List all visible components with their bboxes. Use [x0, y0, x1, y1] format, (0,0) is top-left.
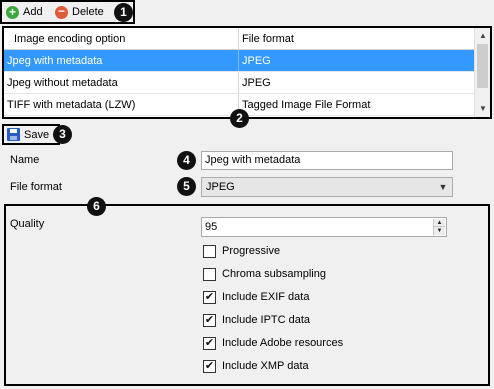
table-cell-option: TIFF with metadata (LZW) [4, 94, 239, 115]
checkbox-label: Include Adobe resources [222, 337, 344, 349]
checkbox-box[interactable] [203, 313, 216, 327]
checkbox-box[interactable] [203, 359, 216, 373]
add-button[interactable]: + Add [6, 5, 43, 19]
progressive-checkbox[interactable]: Progressive [203, 244, 280, 258]
include-exif-checkbox[interactable]: Include EXIF data [203, 290, 309, 304]
column-header-encoding-option[interactable]: Image encoding option [4, 28, 239, 49]
table-body: Image encoding option File format Jpeg w… [4, 28, 476, 116]
quality-spin-buttons: ▲ ▼ [433, 219, 445, 235]
checkbox-label: Include XMP data [222, 360, 309, 372]
table-cell-format: JPEG [242, 76, 271, 89]
checkbox-label: Include EXIF data [222, 291, 310, 303]
delete-button[interactable]: − Delete [55, 5, 104, 19]
table-header-row: Image encoding option File format [4, 28, 476, 50]
file-format-label: File format [10, 181, 62, 193]
quality-value: 95 [205, 221, 218, 233]
scroll-up-icon[interactable]: ▲ [475, 28, 490, 44]
quality-stepper[interactable]: 95 ▲ ▼ [201, 217, 447, 237]
top-toolbar: + Add − Delete [0, 0, 494, 26]
callout-badge-1: 1 [114, 3, 133, 22]
callout-badge-6: 6 [87, 197, 106, 216]
checkbox-box[interactable] [203, 290, 216, 304]
callout-badge-4: 4 [177, 151, 196, 170]
add-button-label: Add [23, 6, 43, 18]
checkbox-box[interactable] [203, 267, 216, 281]
name-input[interactable]: Jpeg with metadata [201, 151, 453, 170]
chroma-subsampling-checkbox[interactable]: Chroma subsampling [203, 267, 326, 281]
scrollbar-thumb[interactable] [477, 44, 488, 88]
table-cell-format: JPEG [242, 54, 271, 67]
table-row[interactable]: Jpeg with metadata JPEG [4, 50, 476, 72]
spin-down-icon[interactable]: ▼ [434, 227, 445, 235]
table-scrollbar[interactable]: ▲ ▼ [474, 28, 490, 117]
checkbox-box[interactable] [203, 336, 216, 350]
file-format-select[interactable]: JPEG ▼ [201, 177, 453, 197]
name-label: Name [10, 154, 40, 166]
chevron-down-icon[interactable]: ▼ [438, 178, 448, 196]
callout-badge-3: 3 [53, 125, 72, 144]
delete-button-label: Delete [72, 6, 104, 18]
checkbox-box[interactable] [203, 244, 216, 258]
file-format-selected-value: JPEG [206, 181, 235, 193]
plus-circle-icon: + [6, 5, 19, 19]
table-cell-option: Jpeg with metadata [4, 50, 239, 71]
callout-badge-5: 5 [177, 177, 196, 196]
table-cell-option: Jpeg without metadata [4, 72, 239, 93]
callout-badge-2: 2 [230, 109, 249, 128]
checkbox-label: Progressive [222, 245, 281, 257]
checkbox-label: Include IPTC data [222, 314, 311, 326]
include-iptc-checkbox[interactable]: Include IPTC data [203, 313, 310, 327]
save-button-label: Save [24, 128, 50, 141]
minus-circle-icon: − [55, 5, 68, 19]
table-cell-format: Tagged Image File Format [242, 98, 371, 111]
quality-label: Quality [10, 218, 45, 230]
save-button[interactable]: Save [2, 124, 60, 145]
checkbox-label: Chroma subsampling [222, 268, 326, 280]
column-header-file-format[interactable]: File format [239, 28, 476, 49]
encoding-options-table: Image encoding option File format Jpeg w… [2, 26, 492, 119]
include-xmp-checkbox[interactable]: Include XMP data [203, 359, 309, 373]
scroll-down-icon[interactable]: ▼ [475, 101, 490, 117]
spin-up-icon[interactable]: ▲ [434, 219, 445, 227]
table-row[interactable]: Jpeg without metadata JPEG [4, 72, 476, 94]
include-adobe-resources-checkbox[interactable]: Include Adobe resources [203, 336, 343, 350]
floppy-disk-icon [7, 128, 20, 141]
